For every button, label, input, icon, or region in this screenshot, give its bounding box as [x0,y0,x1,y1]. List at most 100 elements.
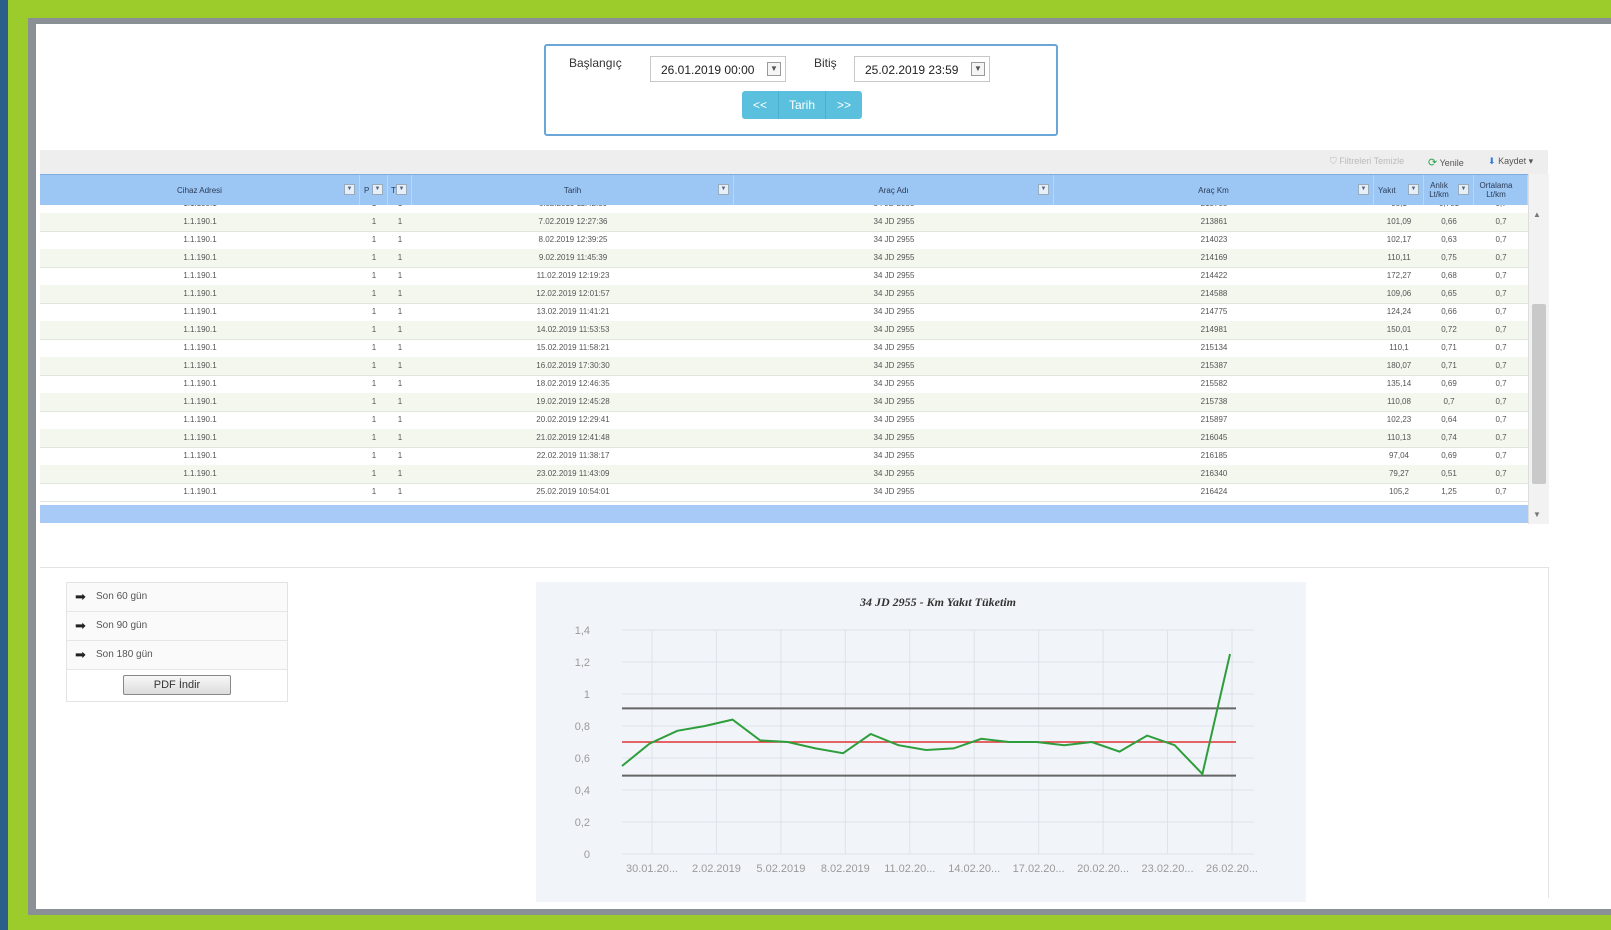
filter-icon[interactable]: ▼ [396,184,407,195]
cell-date: 6.02.2019 11:42:39 [412,205,734,213]
save-button[interactable]: ⬇ Kaydet ▾ [1488,156,1533,167]
col-header-vehicle-name[interactable]: Araç Adı ▼ [734,175,1054,205]
end-date-input[interactable]: 25.02.2019 23:59 ▼ [854,56,990,82]
consumption-series-line [621,653,1231,777]
scrollbar-thumb[interactable] [1532,304,1546,484]
cell-t: 1 [397,469,403,478]
cell-date: 22.02.2019 11:38:17 [536,451,610,460]
filter-icon[interactable]: ▼ [344,184,355,195]
cell-t: 1 [397,235,403,244]
filter-icon[interactable]: ▼ [1038,184,1049,195]
cell-fuel: 102,23 [1386,415,1412,424]
filter-icon[interactable]: ▼ [1458,184,1469,195]
col-header-average[interactable]: Ortalama Lt/km [1474,175,1528,205]
table-row[interactable]: 1.1.190.1 1 1 25.02.2019 10:54:01 34 JD 2955… [40,483,1528,502]
scroll-down-icon[interactable]: ▼ [1533,510,1541,519]
filter-icon[interactable]: ▼ [1358,184,1369,195]
col-header-device-address[interactable]: Cihaz Adresi ▼ [40,175,360,205]
table-row[interactable]: 1.1.190.1 1 1 14.02.2019 11:53:53 34 JD 2955… [40,321,1528,340]
refresh-icon: ⟳ [1428,157,1438,169]
next-period-button[interactable]: >> [826,91,862,119]
cell-fuel: 110,13 [1387,433,1411,442]
cell-device-address: 1.1.190.1 [183,253,217,262]
table-row[interactable]: 1.1.190.1 1 1 9.02.2019 11:45:39 34 JD 2955 2… [40,249,1528,268]
table-row[interactable]: 1.1.190.1 1 1 11.02.2019 12:19:23 34 JD 2955… [40,267,1528,286]
col-header-vehicle-km[interactable]: Araç Km ▼ [1054,175,1374,205]
cell-instant: 0,69 [1441,451,1457,460]
chevron-down-icon[interactable]: ▼ [767,62,781,76]
y-tick-label: 0 [584,849,590,861]
cell-p: 1 [371,487,377,496]
cell-fuel: 124,24 [1386,307,1412,316]
filter-icon[interactable]: ▼ [1408,184,1419,195]
cell-date: 21.02.2019 12:41:48 [536,433,610,442]
cell-date: 14.02.2019 11:53:53 [536,325,610,334]
filter-icon[interactable]: ▼ [372,184,383,195]
cell-t: 1 [397,451,403,460]
cell-vehicle-name: 34 JD 2955 [873,397,915,406]
cell-date: 23.02.2019 11:43:09 [536,469,610,478]
cell-fuel: 135,14 [1386,379,1412,388]
cell-fuel: 110,08 [1387,397,1411,406]
table-row[interactable]: 1.1.190.1 1 1 8.02.2019 12:39:25 34 JD 2955 2… [40,231,1528,250]
cell-p: 1 [371,361,377,370]
menu-item-last-60-days[interactable]: ➡ Son 60 gün [67,583,287,612]
col-label: Anlık Lt/km [1429,181,1449,199]
cell-fuel: 109,06 [1386,289,1412,298]
cell-fuel: 97,04 [1388,451,1410,460]
cell-device-address: 1.1.190.1 [183,235,217,244]
cell-t: 1 [397,217,403,226]
col-header-date[interactable]: Tarih ▼ [412,175,734,205]
table-row[interactable]: 1.1.190.1 1 1 16.02.2019 17:30:30 34 JD 2955… [40,357,1528,376]
col-header-instant[interactable]: Anlık Lt/km ▼ [1424,175,1474,205]
table-row[interactable]: 1.1.190.1 1 1 23.02.2019 11:43:09 34 JD 2955… [40,465,1528,484]
cell-instant: 0,66 [1441,307,1457,316]
table-row[interactable]: 1.1.190.1 1 1 12.02.2019 12:01:57 34 JD 2955… [40,285,1528,304]
menu-item-last-90-days[interactable]: ➡ Son 90 gün [67,612,287,641]
col-label: Ortalama Lt/km [1479,181,1513,199]
cell-p: 1 [371,379,377,388]
chart-svg: 34 JD 2955 - Km Yakıt Tüketim 0 0,2 0,4 0,6 0… [575,595,1258,875]
prev-period-button[interactable]: << [742,91,779,119]
arrow-right-icon: ➡ [75,647,86,662]
cell-average: 0,7 [1495,487,1507,496]
col-header-t[interactable]: T ▼ [388,175,412,205]
cell-p: 1 [371,271,377,280]
table-row[interactable]: 1.1.190.1 1 1 20.02.2019 12:29:41 34 JD 2955… [40,411,1528,430]
scroll-up-icon[interactable]: ▲ [1533,210,1541,219]
date-button[interactable]: Tarih [779,91,826,119]
cell-vehicle-name: 34 JD 2955 [873,487,915,496]
refresh-button[interactable]: ⟳ Yenile [1428,156,1464,169]
table-row[interactable]: 1.1.190.1 1 1 19.02.2019 12:45:28 34 JD 2955… [40,393,1528,412]
cell-instant: 0,7 [1443,397,1455,406]
cell-instant: 0,74 [1441,433,1457,442]
cell-t: 1 [397,271,403,280]
table-row[interactable]: 1.1.190.1 1 1 15.02.2019 11:58:21 34 JD 2955… [40,339,1528,358]
col-header-fuel[interactable]: Yakıt ▼ [1374,175,1424,205]
cell-fuel: 150,01 [1386,325,1412,334]
cell-t: 1 [397,307,403,316]
table-row[interactable]: 1.1.190.1 1 1 18.02.2019 12:46:35 34 JD 2955… [40,375,1528,394]
table-row[interactable]: 1.1.190.1 1 1 21.02.2019 12:41:48 34 JD 2955… [40,429,1528,448]
col-header-p[interactable]: P ▼ [360,175,388,205]
table-row[interactable]: 1.1.190.1 1 1 7.02.2019 12:27:36 34 JD 2955 2… [40,213,1528,232]
start-date-input[interactable]: 26.01.2019 00:00 ▼ [650,56,786,82]
cell-vehicle-km: 214169 [1200,253,1228,262]
pdf-download-button[interactable]: PDF İndir [123,675,231,695]
clear-filters-button[interactable]: ⛉ Filtreleri Temizle [1330,156,1404,167]
cell-vehicle-name: 34 JD 2955 [873,361,915,370]
clear-filters-label: Filtreleri Temizle [1339,156,1405,166]
chevron-down-icon[interactable]: ▼ [971,62,985,76]
grid-scrollbar[interactable]: ▲ ▼ [1528,174,1549,524]
col-label: Tarih [563,185,582,195]
table-row[interactable]: 1.1.190.1 1 1 22.02.2019 11:38:17 34 JD 2955… [40,447,1528,466]
x-tick-label: 20.02.20... [1077,863,1129,875]
filter-icon[interactable]: ▼ [718,184,729,195]
cell-vehicle-name: 34 JD 2955 [873,289,915,298]
table-row[interactable]: 1.1.190.1 1 1 13.02.2019 11:41:21 34 JD 2955… [40,303,1528,322]
cell-average: 0,7 [1495,235,1507,244]
menu-item-last-180-days[interactable]: ➡ Son 180 gün [67,641,287,670]
cell-average: 0,7 [1495,361,1507,370]
grid-header: Cihaz Adresi ▼ P ▼ T ▼ Tarih ▼ Araç Adı ▼ Ara… [40,174,1528,206]
cell-instant: 0,701 [1424,205,1474,213]
